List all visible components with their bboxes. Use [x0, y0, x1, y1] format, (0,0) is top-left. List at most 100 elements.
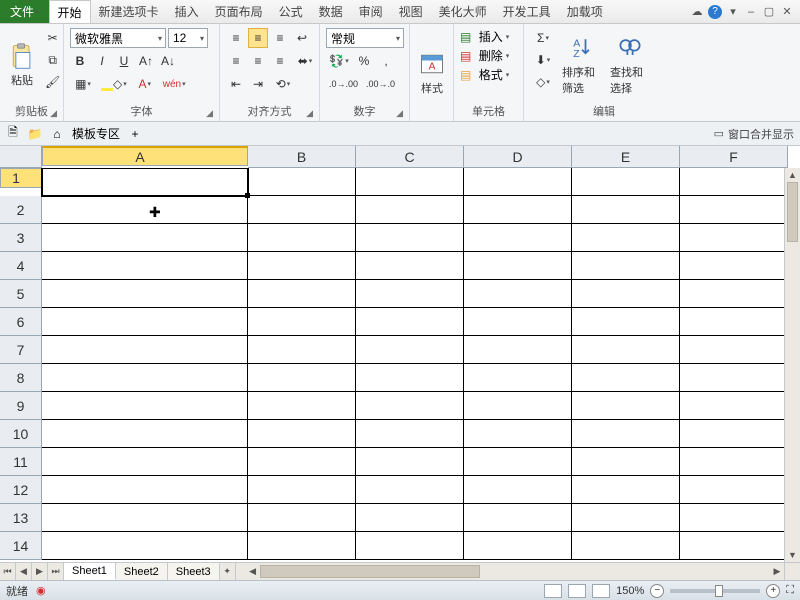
- cell-A7[interactable]: [42, 336, 248, 364]
- cell-F12[interactable]: [680, 476, 788, 504]
- font-size-select[interactable]: 12▾: [168, 28, 208, 48]
- row-header-14[interactable]: 14: [0, 532, 42, 560]
- row-header-10[interactable]: 10: [0, 420, 42, 448]
- row-header-2[interactable]: 2: [0, 196, 42, 224]
- alignment-launcher-icon[interactable]: ◢: [306, 108, 313, 119]
- align-bottom-button[interactable]: ≡: [270, 28, 290, 48]
- select-all-corner[interactable]: [0, 146, 42, 168]
- cell-B5[interactable]: [248, 280, 356, 308]
- align-right-button[interactable]: ≡: [270, 51, 290, 71]
- cell-A5[interactable]: [42, 280, 248, 308]
- home-icon[interactable]: ⌂: [50, 127, 64, 141]
- row-header-1[interactable]: 1: [0, 168, 42, 188]
- row-header-4[interactable]: 4: [0, 252, 42, 280]
- cell-B11[interactable]: [248, 448, 356, 476]
- cell-B9[interactable]: [248, 392, 356, 420]
- bold-button[interactable]: B: [70, 51, 90, 71]
- zoom-slider[interactable]: [670, 589, 760, 593]
- tab-addins[interactable]: 加载项: [559, 0, 611, 23]
- cell-B6[interactable]: [248, 308, 356, 336]
- cell-F5[interactable]: [680, 280, 788, 308]
- col-header-F[interactable]: F: [680, 146, 788, 168]
- fullscreen-icon[interactable]: ⛶: [786, 584, 794, 597]
- zoom-level[interactable]: 150%: [616, 585, 644, 597]
- tab-home[interactable]: 开始: [49, 0, 91, 23]
- window-restore-icon[interactable]: ▢: [762, 5, 776, 19]
- format-cells-button[interactable]: ▤ 格式▾: [460, 66, 509, 83]
- add-tab-icon[interactable]: +: [128, 127, 142, 141]
- cell-B2[interactable]: [248, 196, 356, 224]
- cell-D6[interactable]: [464, 308, 572, 336]
- cell-A11[interactable]: [42, 448, 248, 476]
- cell-A10[interactable]: [42, 420, 248, 448]
- resize-grip[interactable]: [784, 563, 800, 580]
- cell-D12[interactable]: [464, 476, 572, 504]
- cell-E3[interactable]: [572, 224, 680, 252]
- normal-view-button[interactable]: [544, 584, 562, 598]
- phonetic-button[interactable]: wén▾: [160, 74, 189, 94]
- page-layout-view-button[interactable]: [568, 584, 586, 598]
- row-header-11[interactable]: 11: [0, 448, 42, 476]
- font-color-button[interactable]: A▾: [132, 74, 158, 94]
- number-format-select[interactable]: 常规▾: [326, 28, 404, 48]
- zoom-in-button[interactable]: +: [766, 584, 780, 598]
- cell-C1[interactable]: [356, 168, 464, 196]
- help-icon[interactable]: ?: [708, 5, 722, 19]
- scroll-right-icon[interactable]: ▶: [770, 563, 784, 580]
- zoom-out-button[interactable]: −: [650, 584, 664, 598]
- tab-new[interactable]: 新建选项卡: [91, 0, 167, 23]
- orientation-button[interactable]: ⟲▾: [270, 74, 296, 94]
- cell-A2[interactable]: [42, 196, 248, 224]
- row-header-6[interactable]: 6: [0, 308, 42, 336]
- autosum-button[interactable]: Σ▾: [530, 28, 556, 48]
- cell-B1[interactable]: [248, 168, 356, 196]
- open-folder-icon[interactable]: 📁: [28, 127, 42, 141]
- tab-insert[interactable]: 插入: [167, 0, 207, 23]
- cell-F9[interactable]: [680, 392, 788, 420]
- clear-button[interactable]: ◇▾: [530, 72, 556, 92]
- cell-A9[interactable]: [42, 392, 248, 420]
- cell-D3[interactable]: [464, 224, 572, 252]
- paste-button[interactable]: 粘贴: [6, 28, 38, 101]
- increase-indent-button[interactable]: ⇥: [248, 74, 268, 94]
- cell-F13[interactable]: [680, 504, 788, 532]
- merge-window-icon[interactable]: ▭: [714, 127, 724, 140]
- increase-decimal-button[interactable]: .0→.00: [326, 74, 361, 94]
- copy-button[interactable]: ⧉: [42, 50, 63, 70]
- col-header-D[interactable]: D: [464, 146, 572, 168]
- cell-C6[interactable]: [356, 308, 464, 336]
- cell-D11[interactable]: [464, 448, 572, 476]
- cell-C13[interactable]: [356, 504, 464, 532]
- row-header-3[interactable]: 3: [0, 224, 42, 252]
- cell-E8[interactable]: [572, 364, 680, 392]
- cell-C14[interactable]: [356, 532, 464, 560]
- tab-page-layout[interactable]: 页面布局: [207, 0, 271, 23]
- font-grow-button[interactable]: A↑: [136, 51, 156, 71]
- insert-cells-button[interactable]: ▤ 插入▾: [460, 28, 509, 45]
- find-select-button[interactable]: 查找和选择: [608, 28, 652, 101]
- scroll-left-icon[interactable]: ◀: [246, 563, 260, 580]
- number-launcher-icon[interactable]: ◢: [396, 108, 403, 119]
- cell-C12[interactable]: [356, 476, 464, 504]
- template-area-link[interactable]: 模板专区: [72, 125, 120, 142]
- cell-D14[interactable]: [464, 532, 572, 560]
- cell-A4[interactable]: [42, 252, 248, 280]
- cell-C2[interactable]: [356, 196, 464, 224]
- cell-E4[interactable]: [572, 252, 680, 280]
- cell-F8[interactable]: [680, 364, 788, 392]
- sort-filter-button[interactable]: AZ 排序和筛选: [560, 28, 604, 101]
- row-header-13[interactable]: 13: [0, 504, 42, 532]
- scroll-down-icon[interactable]: ▼: [785, 548, 800, 562]
- cell-D7[interactable]: [464, 336, 572, 364]
- col-header-B[interactable]: B: [248, 146, 356, 168]
- cell-C8[interactable]: [356, 364, 464, 392]
- cell-F14[interactable]: [680, 532, 788, 560]
- clipboard-launcher-icon[interactable]: ◢: [50, 108, 57, 119]
- cell-A1[interactable]: [42, 168, 248, 196]
- window-close-icon[interactable]: ✕: [780, 5, 794, 19]
- cell-styles-button[interactable]: A 样式: [416, 28, 448, 117]
- merge-window-label[interactable]: 窗口合并显示: [728, 126, 794, 142]
- align-left-button[interactable]: ≡: [226, 51, 246, 71]
- merge-cells-button[interactable]: ⬌▾: [292, 51, 318, 71]
- cell-D4[interactable]: [464, 252, 572, 280]
